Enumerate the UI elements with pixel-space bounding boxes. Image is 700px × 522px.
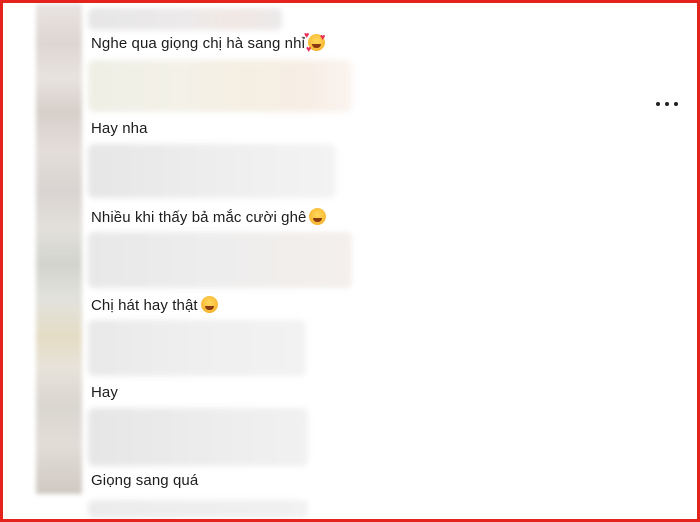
comment-text: Chị hát hay thật — [91, 296, 218, 314]
blurred-avatars — [36, 4, 82, 494]
laughing-face-emoji — [309, 208, 327, 225]
blurred-username — [88, 408, 308, 466]
comment-text: Nghe qua giọng chị hà sang nhỉ — [91, 30, 325, 52]
blurred-username — [88, 60, 352, 112]
blurred-username — [88, 232, 352, 288]
blurred-username — [88, 8, 282, 30]
blurred-next-comment — [88, 500, 308, 518]
blurred-username — [88, 320, 306, 376]
comment-text: Hay nha — [91, 120, 148, 137]
comment-text: Nhiều khi thấy bả mắc cười ghê — [91, 208, 327, 226]
more-options-icon — [656, 102, 660, 106]
more-options-button[interactable] — [654, 96, 680, 112]
comment-text: Giọng sang quá — [91, 472, 199, 489]
comment-text: Hay — [91, 384, 118, 401]
blurred-username — [88, 144, 336, 198]
grinning-face-emoji — [200, 296, 218, 313]
smiling-face-with-hearts-emoji — [304, 30, 325, 51]
